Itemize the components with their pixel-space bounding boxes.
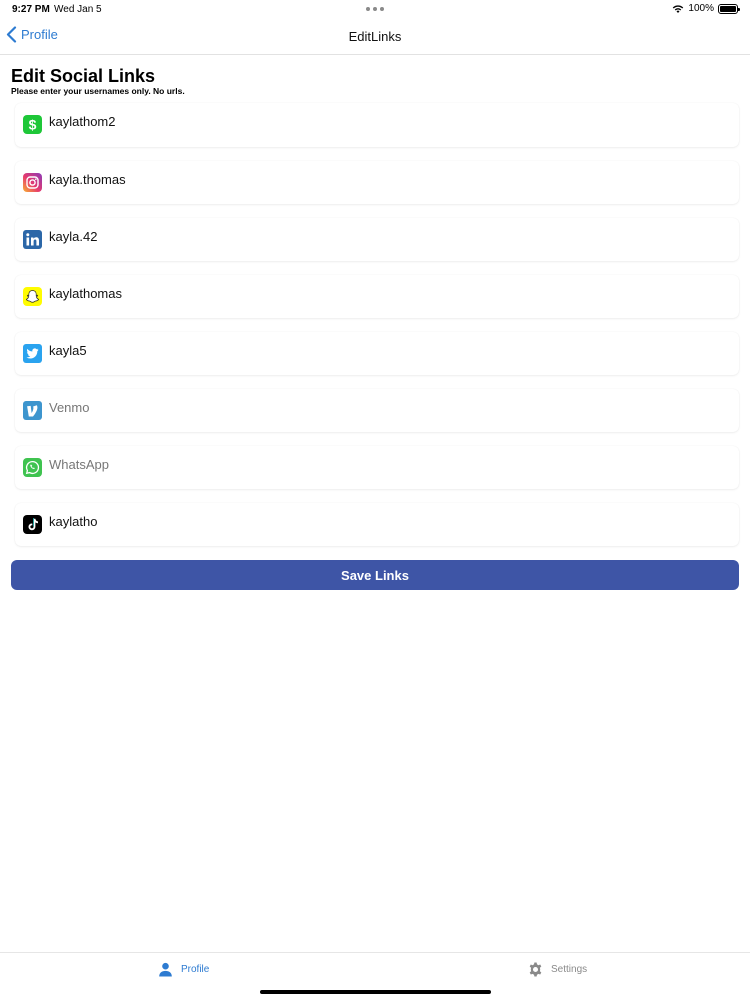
screen: 9:27 PM Wed Jan 5 100% Profile EditLinks… — [0, 0, 750, 1000]
tab-profile[interactable]: Profile — [158, 962, 209, 977]
instagram-icon — [23, 173, 42, 192]
svg-text:$: $ — [29, 117, 37, 133]
twitter-icon — [23, 344, 42, 363]
multitasking-dots-icon[interactable] — [366, 7, 384, 11]
link-row-snapchat — [15, 275, 739, 318]
venmo-icon — [23, 401, 42, 420]
snapchat-icon — [23, 287, 42, 306]
navigation-bar: Profile EditLinks — [0, 18, 750, 55]
status-time: 9:27 PM — [12, 4, 50, 15]
nav-title: EditLinks — [348, 29, 402, 44]
cashapp-icon: $ — [23, 115, 42, 134]
cashapp-input[interactable] — [49, 114, 649, 129]
page-heading: Edit Social Links Please enter your user… — [11, 66, 185, 97]
status-bar: 9:27 PM Wed Jan 5 100% — [0, 0, 750, 18]
venmo-input[interactable] — [49, 400, 649, 415]
save-links-button[interactable]: Save Links — [11, 560, 739, 590]
wifi-icon — [673, 4, 684, 13]
link-row-venmo — [15, 389, 739, 432]
whatsapp-icon — [23, 458, 42, 477]
tiktok-input[interactable] — [49, 514, 649, 529]
battery-icon — [718, 3, 740, 14]
instagram-input[interactable] — [49, 172, 649, 187]
twitter-input[interactable] — [49, 343, 649, 358]
link-row-linkedin — [15, 218, 739, 261]
status-date: Wed Jan 5 — [54, 4, 102, 15]
whatsapp-input[interactable] — [49, 457, 649, 472]
linkedin-input[interactable] — [49, 229, 649, 244]
page-subtitle: Please enter your usernames only. No url… — [11, 86, 185, 96]
page-title: Edit Social Links — [11, 66, 156, 86]
social-links-list: $ — [15, 103, 739, 560]
link-row-cashapp: $ — [15, 103, 739, 147]
gear-icon — [529, 962, 542, 977]
battery-percent: 100% — [688, 3, 714, 14]
person-icon — [159, 962, 172, 977]
tab-profile-label: Profile — [181, 964, 210, 975]
linkedin-icon — [23, 230, 42, 249]
home-indicator[interactable] — [260, 990, 491, 994]
link-row-tiktok — [15, 503, 739, 546]
link-row-whatsapp — [15, 446, 739, 489]
tiktok-icon — [23, 515, 42, 534]
link-row-twitter — [15, 332, 739, 375]
status-right: 100% — [672, 3, 740, 14]
tab-settings-label: Settings — [551, 964, 588, 975]
tab-settings[interactable]: Settings — [528, 962, 587, 977]
snapchat-input[interactable] — [49, 286, 649, 301]
link-row-instagram — [15, 161, 739, 204]
